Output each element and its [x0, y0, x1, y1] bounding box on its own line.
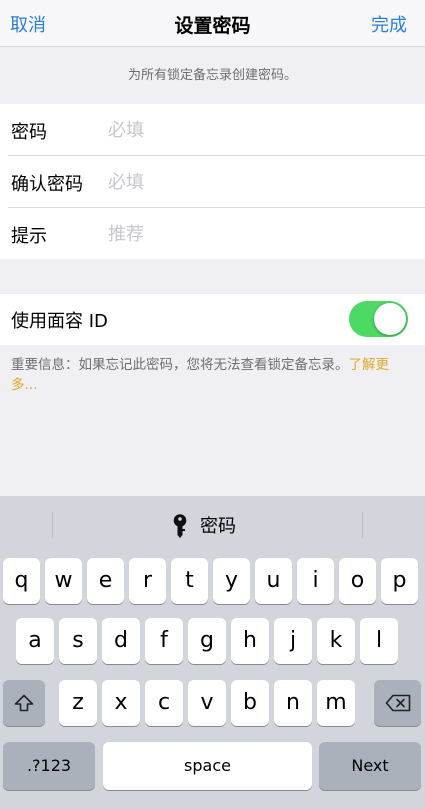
- face-id-label: 使用面容 ID: [11, 311, 108, 332]
- hint-label: 提示: [11, 226, 47, 247]
- toggle-knob: [374, 303, 406, 335]
- key-h[interactable]: h: [231, 618, 269, 664]
- key-j[interactable]: j: [274, 618, 312, 664]
- numbers-key[interactable]: .?123: [3, 742, 95, 790]
- navigation-bar: 取消 设置密码 完成: [0, 0, 425, 47]
- key-icon: [173, 514, 187, 538]
- key-q[interactable]: q: [3, 558, 40, 604]
- key-l[interactable]: l: [360, 618, 398, 664]
- keyboard: 密码 q w e r t y u i o p a s d f g h j k l…: [0, 496, 425, 809]
- suggestion-label: 密码: [200, 516, 236, 537]
- key-m[interactable]: m: [317, 680, 355, 726]
- info-message: 重要信息：如果忘记此密码，您将无法查看锁定备忘录。: [11, 357, 349, 373]
- hint-row[interactable]: 提示: [0, 208, 425, 259]
- key-o[interactable]: o: [339, 558, 376, 604]
- key-p[interactable]: p: [381, 558, 418, 604]
- key-w[interactable]: w: [45, 558, 82, 604]
- key-y[interactable]: y: [213, 558, 250, 604]
- page-title: 设置密码: [174, 15, 251, 37]
- key-g[interactable]: g: [188, 618, 226, 664]
- key-r[interactable]: r: [129, 558, 166, 604]
- suggestion-divider: [52, 512, 53, 538]
- key-k[interactable]: k: [317, 618, 355, 664]
- key-n[interactable]: n: [274, 680, 312, 726]
- key-z[interactable]: z: [59, 680, 97, 726]
- suggestion-divider: [362, 512, 363, 538]
- key-f[interactable]: f: [145, 618, 183, 664]
- key-c[interactable]: c: [145, 680, 183, 726]
- key-a[interactable]: a: [16, 618, 54, 664]
- key-v[interactable]: v: [188, 680, 226, 726]
- password-field[interactable]: [108, 116, 408, 144]
- face-id-row: 使用面容 ID: [0, 294, 425, 345]
- shift-key[interactable]: [3, 680, 45, 726]
- suggestion-bar: 密码: [0, 496, 425, 554]
- key-i[interactable]: i: [297, 558, 334, 604]
- next-key[interactable]: Next: [319, 742, 421, 790]
- space-key[interactable]: space: [103, 742, 312, 790]
- key-t[interactable]: t: [171, 558, 208, 604]
- backspace-key[interactable]: [374, 680, 421, 726]
- password-form: 密码 确认密码 提示: [0, 104, 425, 259]
- backspace-icon: [385, 694, 410, 712]
- key-x[interactable]: x: [102, 680, 140, 726]
- password-label: 密码: [11, 122, 47, 143]
- info-text: 重要信息：如果忘记此密码，您将无法查看锁定备忘录。了解更多...: [11, 355, 401, 395]
- confirm-password-field[interactable]: [108, 168, 408, 196]
- key-d[interactable]: d: [102, 618, 140, 664]
- hint-field[interactable]: [108, 220, 408, 248]
- confirm-password-row[interactable]: 确认密码: [0, 156, 425, 207]
- shift-arrow-icon: [14, 694, 34, 712]
- section-header-hint: 为所有锁定备忘录创建密码。: [127, 68, 297, 83]
- key-s[interactable]: s: [59, 618, 97, 664]
- face-id-toggle[interactable]: [349, 301, 408, 337]
- key-b[interactable]: b: [231, 680, 269, 726]
- done-button[interactable]: 完成: [371, 11, 407, 37]
- key-u[interactable]: u: [255, 558, 292, 604]
- confirm-password-label: 确认密码: [11, 174, 83, 195]
- password-row[interactable]: 密码: [0, 104, 425, 155]
- key-e[interactable]: e: [87, 558, 124, 604]
